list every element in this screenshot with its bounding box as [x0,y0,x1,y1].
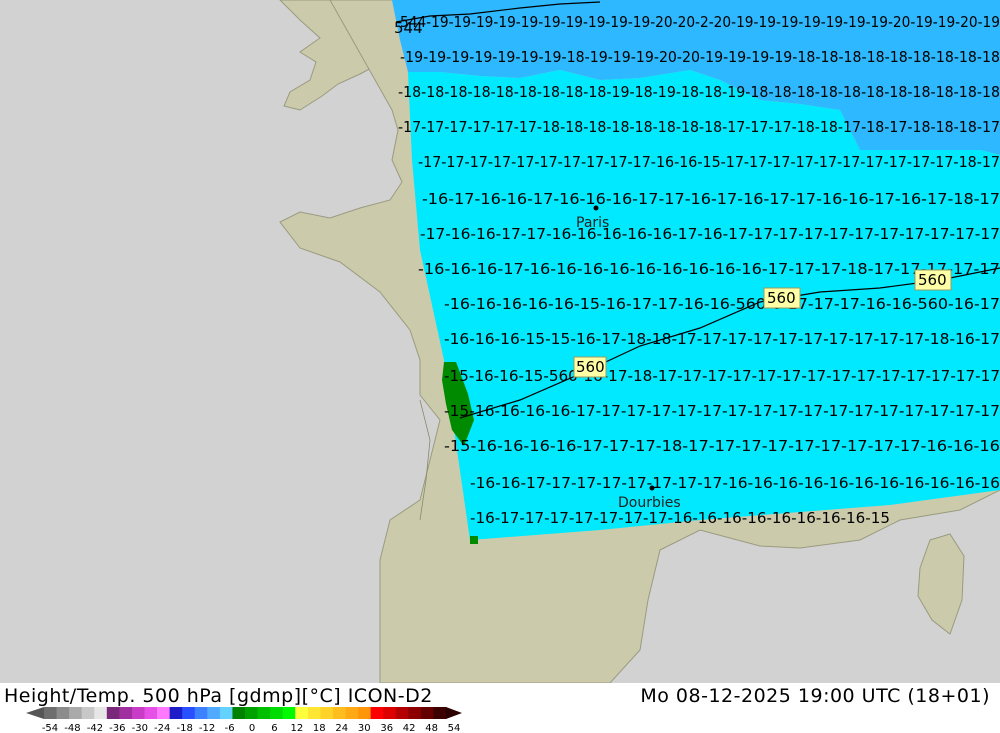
temperature-row-1: -19-19-19-19-19-19-19-18-19-19-19-20-20-… [400,48,1000,66]
colorbar-swatch-25 [358,707,372,719]
colorbar-swatch-10 [169,707,183,719]
colorbar-swatch-26 [370,707,384,719]
temperature-row-3: -17-17-17-17-17-17-18-18-18-18-18-18-18-… [398,118,1000,136]
map-title: Height/Temp. 500 hPa [gdmp][°C] ICON-D2 [4,685,433,707]
temperature-labels: 544-19-19-19-19-19-19-19-19-19-19-20-20-… [398,13,1000,527]
colorbar-tick-label: 54 [448,723,461,733]
colorbar-tick-label: -18 [177,723,193,733]
map-footer: Height/Temp. 500 hPa [gdmp][°C] ICON-D2 … [0,683,1000,733]
colorbar-tick-label: -12 [199,723,215,733]
temperature-row-7: -16-16-16-17-16-16-16-16-16-16-16-16-16-… [418,260,1000,278]
city-label-paris: Paris [576,215,609,231]
colorbar-swatch-17 [257,707,271,719]
colorbar-swatch-24 [345,707,359,719]
colorbar-swatch-21 [307,707,321,719]
colorbar-swatch-6 [119,707,133,719]
temperature-row-14: -16-17-17-17-17-17-17-17-16-16-16-16-16-… [470,509,890,527]
temperature-colorbar: -54 -48 -42 -36 -30 -24 -18 -12 -6 0 6 12 18 24 30 36 42… [26,707,462,733]
colorbar-swatch-28 [395,707,409,719]
temperature-row-4: -17-17-17-17-17-17-17-17-17-17-16-16-15-… [418,153,1000,171]
contour-label-560-3: 560 [914,269,952,291]
map-timestamp: Mo 08-12-2025 19:00 UTC (18+01) [640,685,990,707]
colorbar-tick-label: 0 [249,723,255,733]
colorbar-swatch-12 [194,707,208,719]
colorbar-tick-label: -48 [64,723,80,733]
colorbar-swatch-16 [245,707,259,719]
colorbar-swatch-4 [94,707,108,719]
temperature-row-13: -16-16-17-17-17-17-17-17-17-17-16-16-16-… [470,474,1000,492]
colorbar-arrow-right [446,707,462,719]
colorbar-tick-label: 6 [271,723,277,733]
contour-label-560-2: 560 [763,287,801,309]
colorbar-swatch-15 [232,707,246,719]
contour-label-560-1: 560 [573,356,607,378]
colorbar-swatch-31 [433,707,447,719]
temperature-row-8: -16-16-16-16-16-15-16-17-17-16-16-560-6-… [444,295,1000,313]
colorbar-tick-label: -42 [87,723,103,733]
colorbar-tick-label: 48 [425,723,438,733]
colorbar-tick-label: 18 [313,723,326,733]
weather-map: 544-19-19-19-19-19-19-19-19-19-19-20-20-… [0,0,1000,683]
colorbar-swatch-19 [282,707,296,719]
temperature-row-10: -15-16-16-15-560-16-17-18-17-17-17-17-17… [444,367,1000,385]
temperature-row-6: -17-16-16-17-17-16-16-16-16-16-17-16-17-… [420,225,1000,243]
colorbar-swatch-27 [383,707,397,719]
colorbar-tick-label: 24 [335,723,348,733]
temperature-row-9: -16-16-16-15-15-16-17-18-18-17-17-17-17-… [444,330,1000,348]
temperature-row-2: -18-18-18-18-18-18-18-18-18-19-18-19-18-… [398,83,1000,101]
temperature-row-12: -15-16-16-16-16-17-17-17-18-17-17-17-17-… [444,437,1000,455]
colorbar-tick-label: 12 [291,723,304,733]
contour-label-560-text: 560 [576,358,605,376]
contour-label-544: 544 [394,19,423,37]
city-label-dourbies: Dourbies [618,495,681,511]
city-dot-dourbies [649,485,655,491]
colorbar-tick-label: 36 [380,723,393,733]
temperature-row-5: -16-17-16-16-17-16-16-16-17-17-16-17-16-… [422,190,1000,208]
colorbar-swatch-11 [182,707,196,719]
colorbar-swatch-5 [106,707,120,719]
colorbar-swatch-2 [69,707,83,719]
temperature-row-0: 544-19-19-19-19-19-19-19-19-19-19-20-20-… [400,13,1000,31]
colorbar-tick-label: -36 [109,723,125,733]
temperature-row-11: -15-16-16-16-16-17-17-17-17-17-17-17-17-… [444,402,1000,420]
colorbar-swatch-23 [332,707,346,719]
colorbar-arrow-left [26,707,44,719]
colorbar-swatch-9 [157,707,171,719]
colorbar-tick-label: -54 [42,723,58,733]
colorbar-tick-label: 30 [358,723,371,733]
contour-label-544-text: 544 [394,19,423,37]
city-dot-paris [593,205,599,211]
colorbar-swatch-3 [81,707,95,719]
temperature-region-minus6-south [470,536,478,544]
colorbar-swatch-0 [44,707,58,719]
colorbar-swatch-29 [408,707,422,719]
colorbar-swatch-30 [420,707,434,719]
colorbar-tick-label: 42 [403,723,416,733]
colorbar-tick-label: -30 [132,723,148,733]
colorbar-swatch-18 [270,707,284,719]
colorbar-swatch-8 [144,707,158,719]
colorbar-swatch-7 [131,707,145,719]
colorbar-swatch-1 [56,707,70,719]
colorbar-swatch-14 [219,707,233,719]
contour-label-560-text: 560 [767,289,796,307]
colorbar-swatch-13 [207,707,221,719]
colorbar-tick-label: -24 [154,723,170,733]
colorbar-swatch-20 [295,707,309,719]
colorbar-swatch-22 [320,707,334,719]
colorbar-tick-label: -6 [225,723,235,733]
contour-label-560-text: 560 [918,271,947,289]
